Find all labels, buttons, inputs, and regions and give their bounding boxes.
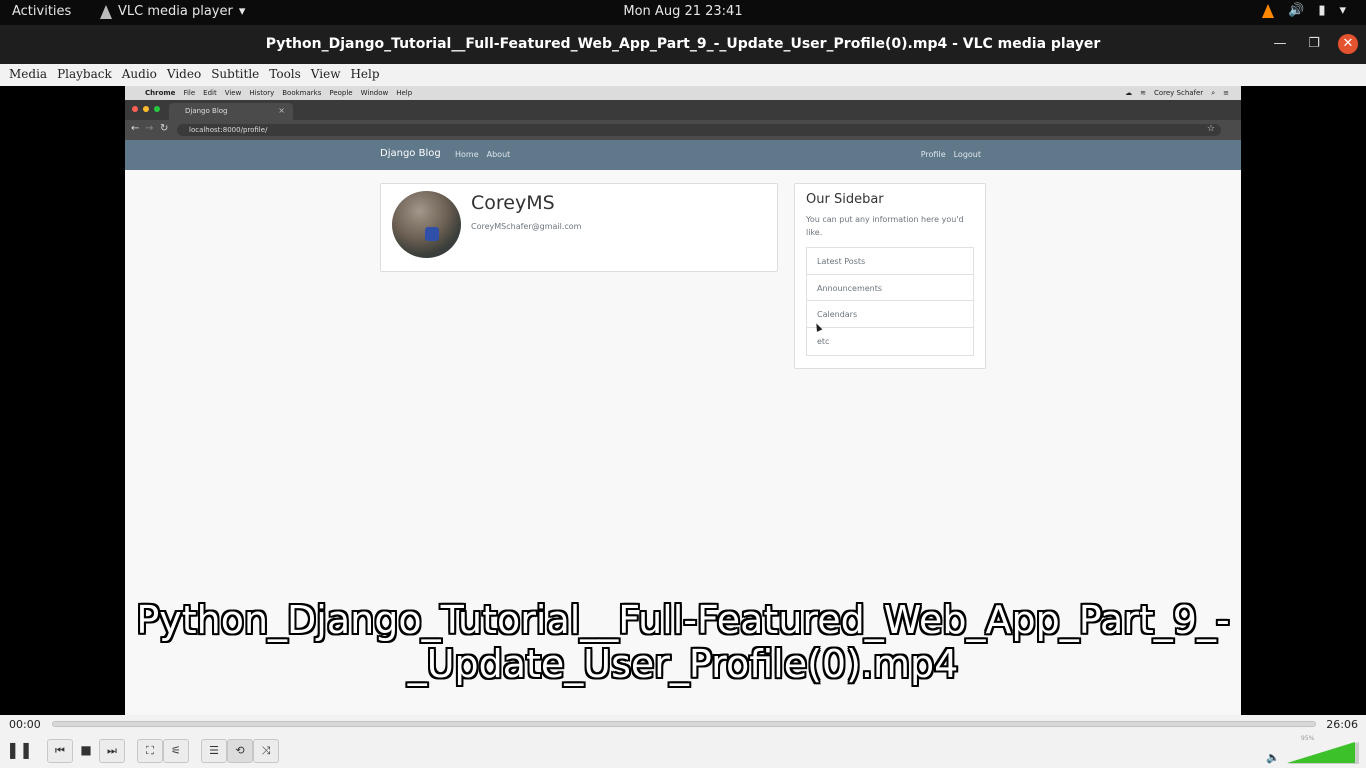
vlc-tray-icon[interactable] <box>1262 3 1275 18</box>
battery-icon[interactable]: ▮ <box>1318 3 1325 18</box>
system-tray[interactable]: 🔊 ▮ ▾ <box>1262 3 1346 18</box>
chrome-tab-strip: Django Blog × <box>125 100 1241 120</box>
sidebar-list: Latest Posts Announcements Calendars etc <box>806 247 974 356</box>
menu-media[interactable]: Media <box>0 64 52 86</box>
extended-settings-button[interactable]: ⚟ <box>163 739 189 763</box>
sidebar-item-latest-posts: Latest Posts <box>807 248 973 275</box>
back-icon: ← <box>131 123 140 134</box>
sidebar-heading: Our Sidebar <box>806 192 884 207</box>
mac-menu-item: Window <box>360 89 389 97</box>
menu-audio[interactable]: Audio <box>117 64 162 86</box>
sidebar-card: Our Sidebar You can put any information … <box>794 183 986 369</box>
menu-help[interactable]: Help <box>345 64 384 86</box>
gnome-top-bar: Activities VLC media player ▾ Mon Aug 21… <box>0 0 1366 25</box>
zoom-dot-icon <box>154 106 160 112</box>
window-title-bar: Python_Django_Tutorial__Full-Featured_We… <box>0 25 1366 64</box>
nav-profile: Profile <box>920 150 946 159</box>
app-menu-label: VLC media player <box>118 4 233 19</box>
shuffle-button[interactable]: ⤨ <box>253 739 279 763</box>
mac-menu-item: View <box>224 89 242 97</box>
profile-email: CoreyMSchafer@gmail.com <box>471 222 582 231</box>
mac-user-name: Corey Schafer <box>1153 89 1204 97</box>
elapsed-time[interactable]: 00:00 <box>9 718 41 731</box>
search-icon: ⌕ <box>1211 89 1216 97</box>
menu-subtitle[interactable]: Subtitle <box>206 64 264 86</box>
mac-menu-bar: Chrome File Edit View History Bookmarks … <box>125 86 1241 100</box>
cloud-icon: ☁ <box>1125 89 1133 97</box>
player-controls: 00:00 26:06 ❚❚ ⏮ ■ ⏭ ⛶ ⚟ ☰ ⟲ ⤨ 🔈 95% <box>0 715 1366 768</box>
sidebar-item-announcements: Announcements <box>807 275 973 302</box>
next-button[interactable]: ⏭ <box>99 739 125 763</box>
minimize-button[interactable]: — <box>1270 34 1290 54</box>
loop-button[interactable]: ⟲ <box>227 739 253 763</box>
window-title: Python_Django_Tutorial__Full-Featured_We… <box>265 36 1101 52</box>
browser-tab: Django Blog × <box>169 103 293 120</box>
mac-menu-item: History <box>249 89 275 97</box>
volume-percent: 95% <box>1301 735 1315 742</box>
mac-menu-item: File <box>183 89 196 97</box>
mac-menu-item: Bookmarks <box>282 89 322 97</box>
tab-close-icon: × <box>278 106 285 115</box>
minimize-dot-icon <box>143 106 149 112</box>
playlist-button[interactable]: ☰ <box>201 739 227 763</box>
nav-about: About <box>486 150 511 159</box>
sidebar-item-calendars: Calendars <box>807 301 973 329</box>
nav-logout: Logout <box>953 150 981 159</box>
close-dot-icon <box>132 106 138 112</box>
sidebar-item-etc: etc <box>817 337 830 347</box>
activities-button[interactable]: Activities <box>12 4 71 19</box>
forward-icon: → <box>145 123 154 134</box>
mac-menu-app: Chrome <box>145 89 176 97</box>
sidebar-description: You can put any information here you'd l… <box>806 215 964 237</box>
mac-menu-item: Help <box>396 89 413 97</box>
fullscreen-button[interactable]: ⛶ <box>137 739 163 763</box>
list-icon: ≡ <box>1223 89 1229 97</box>
nav-home: Home <box>455 150 479 159</box>
speaker-icon[interactable]: 🔈 <box>1266 751 1280 764</box>
app-menu[interactable]: VLC media player ▾ <box>100 4 245 19</box>
clock[interactable]: Mon Aug 21 23:41 <box>623 4 742 19</box>
wifi-icon: ≋ <box>1140 89 1146 97</box>
star-icon: ☆ <box>1206 124 1215 134</box>
profile-card: CoreyMS CoreyMSchafer@gmail.com <box>380 183 778 272</box>
tab-title: Django Blog <box>185 107 228 115</box>
address-bar: localhost:8000/profile/ ☆ <box>177 124 1221 136</box>
subtitle-overlay: Python_Django_Tutorial__Full-Featured_We… <box>136 598 1230 686</box>
menu-view[interactable]: View <box>306 64 346 86</box>
profile-username: CoreyMS <box>471 192 555 214</box>
menu-video[interactable]: Video <box>162 64 206 86</box>
total-time[interactable]: 26:06 <box>1326 718 1358 731</box>
site-brand: Django Blog <box>380 148 441 159</box>
mac-menu-item: People <box>329 89 353 97</box>
chevron-down-icon[interactable]: ▾ <box>1339 3 1346 18</box>
menu-playback[interactable]: Playback <box>52 64 117 86</box>
reload-icon: ↻ <box>160 123 169 134</box>
mac-menu-item: Edit <box>203 89 217 97</box>
chrome-toolbar: ← → ↻ localhost:8000/profile/ ☆ <box>125 120 1241 140</box>
maximize-button[interactable]: ❐ <box>1304 34 1324 54</box>
url-text: localhost:8000/profile/ <box>189 126 268 134</box>
previous-button[interactable]: ⏮ <box>47 739 73 763</box>
menu-bar: Media Playback Audio Video Subtitle Tool… <box>0 64 1366 86</box>
pause-button[interactable]: ❚❚ <box>6 739 33 763</box>
menu-tools[interactable]: Tools <box>264 64 306 86</box>
volume-icon[interactable]: 🔊 <box>1288 3 1304 18</box>
site-navbar: Django Blog Home About Profile Logout <box>125 140 1241 170</box>
vlc-cone-icon <box>100 4 112 19</box>
avatar <box>392 191 461 258</box>
volume-slider[interactable]: 95% <box>1287 735 1359 764</box>
close-button[interactable]: ✕ <box>1338 34 1358 54</box>
stop-button[interactable]: ■ <box>73 739 99 763</box>
seek-slider[interactable] <box>52 721 1316 727</box>
chevron-down-icon: ▾ <box>238 4 246 19</box>
